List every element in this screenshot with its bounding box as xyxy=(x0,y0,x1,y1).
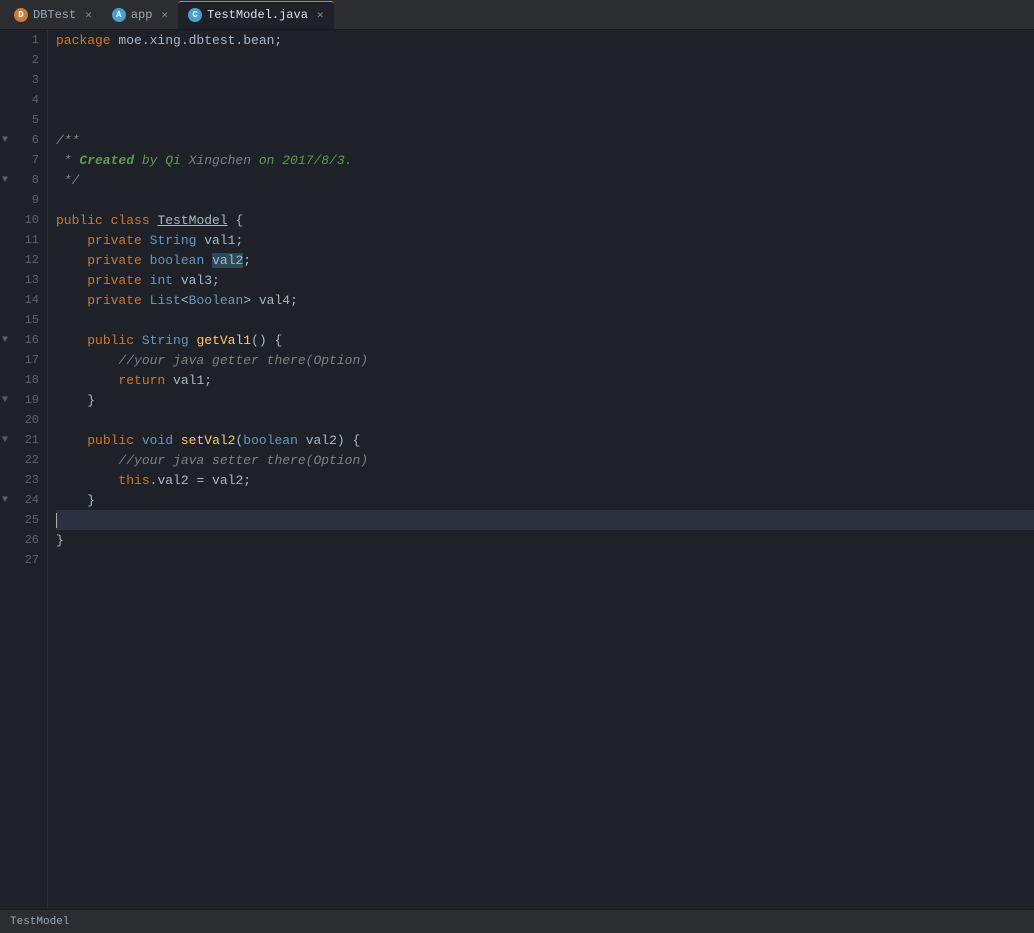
code-line-12: private boolean val2; xyxy=(56,250,1034,270)
fold-icon-8[interactable]: ▼ xyxy=(2,175,8,186)
code-line-22: //your java setter there(Option) xyxy=(56,450,1034,470)
line-number-8: ▼8 xyxy=(0,170,47,190)
tab-app[interactable]: Aapp ✕ xyxy=(102,1,178,29)
highlight-sel: val2 xyxy=(212,253,243,268)
code-line-14: private List<Boolean> val4; xyxy=(56,290,1034,310)
code-line-8: */ xyxy=(56,170,1034,190)
code-content[interactable]: package moe.xing.dbtest.bean; /** * Creat… xyxy=(48,30,1034,909)
line-number-25: 25 xyxy=(0,510,47,530)
code-line-3 xyxy=(56,70,1034,90)
code-line-13: private int val3; xyxy=(56,270,1034,290)
status-bar: TestModel xyxy=(0,909,1034,933)
tab-label-testmodel: TestModel.java xyxy=(207,8,308,22)
tab-testmodel[interactable]: C TestModel.java ✕ xyxy=(178,1,333,29)
line-number-26: 26 xyxy=(0,530,47,550)
line-number-15: 15 xyxy=(0,310,47,330)
code-line-27 xyxy=(56,550,1034,570)
code-line-7: * Created by Qi Xingchen on 2017/8/3. xyxy=(56,150,1034,170)
line-number-12: 12 xyxy=(0,250,47,270)
tab-close-testmodel[interactable]: ✕ xyxy=(317,8,324,22)
line-number-7: 7 xyxy=(0,150,47,170)
code-line-26: } xyxy=(56,530,1034,550)
line-number-19: ▼19 xyxy=(0,390,47,410)
line-number-23: 23 xyxy=(0,470,47,490)
tab-icon-app: A xyxy=(112,8,126,22)
tab-icon-testmodel: C xyxy=(188,8,202,22)
tab-label-app: app xyxy=(131,8,153,22)
code-line-21: public void setVal2(boolean val2) { xyxy=(56,430,1034,450)
code-line-6: /** xyxy=(56,130,1034,150)
line-number-17: 17 xyxy=(0,350,47,370)
line-number-16: ▼16 xyxy=(0,330,47,350)
code-line-9 xyxy=(56,190,1034,210)
fold-icon-6[interactable]: ▼ xyxy=(2,135,8,146)
line-number-4: 4 xyxy=(0,90,47,110)
code-line-20 xyxy=(56,410,1034,430)
gutter: 12345▼67▼89101112131415▼161718▼1920▼2122… xyxy=(0,30,48,909)
line-number-27: 27 xyxy=(0,550,47,570)
fold-icon-16[interactable]: ▼ xyxy=(2,335,8,346)
code-line-4 xyxy=(56,90,1034,110)
line-number-22: 22 xyxy=(0,450,47,470)
line-number-3: 3 xyxy=(0,70,47,90)
tab-dbtest[interactable]: D DBTest ✕ xyxy=(4,1,102,29)
code-line-17: //your java getter there(Option) xyxy=(56,350,1034,370)
tab-icon-dbtest: D xyxy=(14,8,28,22)
code-line-23: this.val2 = val2; xyxy=(56,470,1034,490)
line-number-13: 13 xyxy=(0,270,47,290)
class-label: TestModel xyxy=(10,916,69,928)
code-line-25 xyxy=(56,510,1034,530)
line-number-5: 5 xyxy=(0,110,47,130)
code-line-11: private String val1; xyxy=(56,230,1034,250)
fold-icon-21[interactable]: ▼ xyxy=(2,435,8,446)
code-line-19: } xyxy=(56,390,1034,410)
code-line-15 xyxy=(56,310,1034,330)
fold-icon-24[interactable]: ▼ xyxy=(2,495,8,506)
cursor xyxy=(56,513,57,528)
code-line-10: public class TestModel { xyxy=(56,210,1034,230)
line-number-18: 18 xyxy=(0,370,47,390)
tab-close-dbtest[interactable]: ✕ xyxy=(85,8,92,22)
code-line-1: package moe.xing.dbtest.bean; xyxy=(56,30,1034,50)
tab-label-dbtest: DBTest xyxy=(33,8,76,22)
fold-icon-19[interactable]: ▼ xyxy=(2,395,8,406)
code-line-5 xyxy=(56,110,1034,130)
line-number-24: ▼24 xyxy=(0,490,47,510)
code-line-16: public String getVal1() { xyxy=(56,330,1034,350)
line-number-1: 1 xyxy=(0,30,47,50)
line-number-10: 10 xyxy=(0,210,47,230)
line-number-20: 20 xyxy=(0,410,47,430)
line-number-21: ▼21 xyxy=(0,430,47,450)
code-line-24: } xyxy=(56,490,1034,510)
code-line-2 xyxy=(56,50,1034,70)
line-number-2: 2 xyxy=(0,50,47,70)
code-line-18: return val1; xyxy=(56,370,1034,390)
tab-close-app[interactable]: ✕ xyxy=(161,8,168,22)
line-number-14: 14 xyxy=(0,290,47,310)
line-number-11: 11 xyxy=(0,230,47,250)
tab-bar: D DBTest ✕ Aapp ✕ C TestModel.java ✕ xyxy=(0,0,1034,30)
line-number-6: ▼6 xyxy=(0,130,47,150)
line-number-9: 9 xyxy=(0,190,47,210)
editor-area: 12345▼67▼89101112131415▼161718▼1920▼2122… xyxy=(0,30,1034,909)
